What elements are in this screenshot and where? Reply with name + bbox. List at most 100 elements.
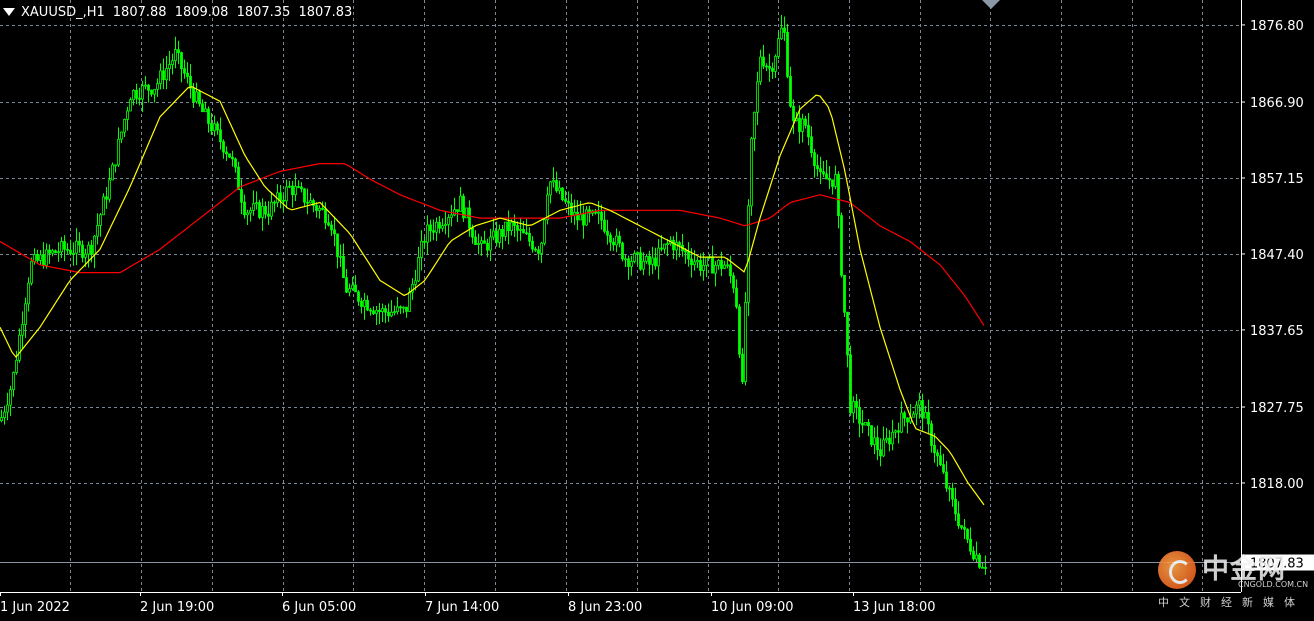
candle-body bbox=[417, 257, 420, 282]
candle-body bbox=[90, 244, 93, 255]
candle-body bbox=[933, 445, 936, 454]
candle-body bbox=[720, 260, 723, 269]
candle-body bbox=[618, 235, 621, 244]
candle-body bbox=[693, 261, 696, 266]
price-tick-label: 1837.65 bbox=[1250, 324, 1304, 339]
candle-body bbox=[384, 308, 387, 313]
candle-body bbox=[234, 158, 237, 168]
candle-body bbox=[819, 168, 822, 173]
candle-body bbox=[606, 230, 609, 236]
candle-body bbox=[159, 70, 162, 85]
low-value: 1807.35 bbox=[236, 4, 291, 20]
candle-body bbox=[912, 413, 915, 418]
candle-body bbox=[855, 401, 858, 408]
candle-body bbox=[330, 224, 333, 231]
candle-body bbox=[678, 242, 681, 246]
candle-body bbox=[774, 56, 777, 72]
candle-body bbox=[138, 97, 141, 100]
candle-body bbox=[81, 244, 84, 258]
candle-body bbox=[864, 422, 867, 426]
candle-body bbox=[177, 49, 180, 54]
candle-body bbox=[975, 554, 978, 560]
candle-body bbox=[324, 208, 327, 224]
candle-body bbox=[132, 90, 135, 101]
candle-body bbox=[882, 439, 885, 457]
candle-body bbox=[939, 455, 942, 466]
candle-body bbox=[741, 353, 744, 382]
candle-body bbox=[789, 76, 792, 107]
candle-body bbox=[150, 89, 153, 95]
candle-body bbox=[348, 288, 351, 293]
candle-body bbox=[375, 310, 378, 314]
candle-body bbox=[600, 211, 603, 221]
candle-body bbox=[249, 210, 252, 214]
candle-body bbox=[726, 264, 729, 267]
candle-body bbox=[156, 83, 159, 90]
candle-body bbox=[405, 306, 408, 312]
candle-body bbox=[549, 181, 552, 196]
candle-body bbox=[798, 117, 801, 132]
candle-body bbox=[558, 187, 561, 192]
candle-body bbox=[822, 171, 825, 175]
candle-body bbox=[3, 411, 6, 418]
candle-body bbox=[711, 256, 714, 274]
candle-body bbox=[900, 412, 903, 433]
candle-body bbox=[153, 88, 156, 95]
candle-body bbox=[264, 206, 267, 215]
candle-body bbox=[702, 264, 705, 271]
candle-body bbox=[639, 252, 642, 270]
candle-body bbox=[705, 257, 708, 266]
candle-body bbox=[396, 306, 399, 313]
candle-body bbox=[231, 156, 234, 160]
chart-canvas[interactable]: 1876.80 1866.90 1857.15 1847.40 1837.65 1827.… bbox=[0, 0, 1314, 617]
candle-body bbox=[804, 118, 807, 126]
candle-body bbox=[444, 223, 447, 226]
chart-grid bbox=[0, 0, 1240, 592]
candle-body bbox=[777, 38, 780, 57]
candle-body bbox=[24, 303, 27, 325]
candle-body bbox=[129, 99, 132, 112]
candle-body bbox=[561, 187, 564, 201]
candle-body bbox=[957, 513, 960, 526]
time-tick-label: 7 Jun 14:00 bbox=[425, 600, 499, 615]
candle-body bbox=[42, 254, 45, 266]
price-chart[interactable]: 1876.80 1866.90 1857.15 1847.40 1837.65 1827.… bbox=[0, 0, 1314, 617]
candle-body bbox=[540, 242, 543, 254]
candle-body bbox=[489, 236, 492, 251]
candle-body bbox=[294, 186, 297, 196]
price-tick-label: 1876.80 bbox=[1250, 19, 1304, 34]
candle-body bbox=[657, 247, 660, 267]
candle-body bbox=[372, 310, 375, 314]
candle-body bbox=[552, 180, 555, 183]
chart-shift-marker-icon[interactable] bbox=[982, 0, 1000, 9]
candle-body bbox=[915, 404, 918, 415]
candle-body bbox=[486, 242, 489, 251]
candle-body bbox=[861, 422, 864, 426]
candle-body bbox=[966, 528, 969, 540]
candle-body bbox=[738, 306, 741, 355]
candle-body bbox=[978, 554, 981, 568]
candle-body bbox=[48, 249, 51, 254]
candle-body bbox=[135, 90, 138, 99]
candle-body bbox=[603, 219, 606, 232]
candle-body bbox=[666, 243, 669, 246]
candle-body bbox=[162, 70, 165, 81]
candle-body bbox=[579, 214, 582, 221]
candle-body bbox=[21, 324, 24, 336]
dropdown-triangle-icon[interactable] bbox=[3, 8, 15, 16]
candle-body bbox=[387, 311, 390, 317]
candle-body bbox=[63, 241, 66, 250]
candle-body bbox=[627, 258, 630, 267]
candle-body bbox=[870, 425, 873, 445]
candle-body bbox=[492, 230, 495, 238]
candle-body bbox=[696, 260, 699, 263]
candle-body bbox=[369, 309, 372, 312]
candle-body bbox=[87, 244, 90, 255]
candle-body bbox=[183, 68, 186, 74]
candle-body bbox=[111, 164, 114, 181]
candle-body bbox=[282, 199, 285, 202]
candle-body bbox=[537, 249, 540, 254]
candle-body bbox=[849, 354, 852, 414]
watermark-url: CNGOLD.COM.CN bbox=[1238, 580, 1309, 589]
candle-body bbox=[36, 254, 39, 261]
